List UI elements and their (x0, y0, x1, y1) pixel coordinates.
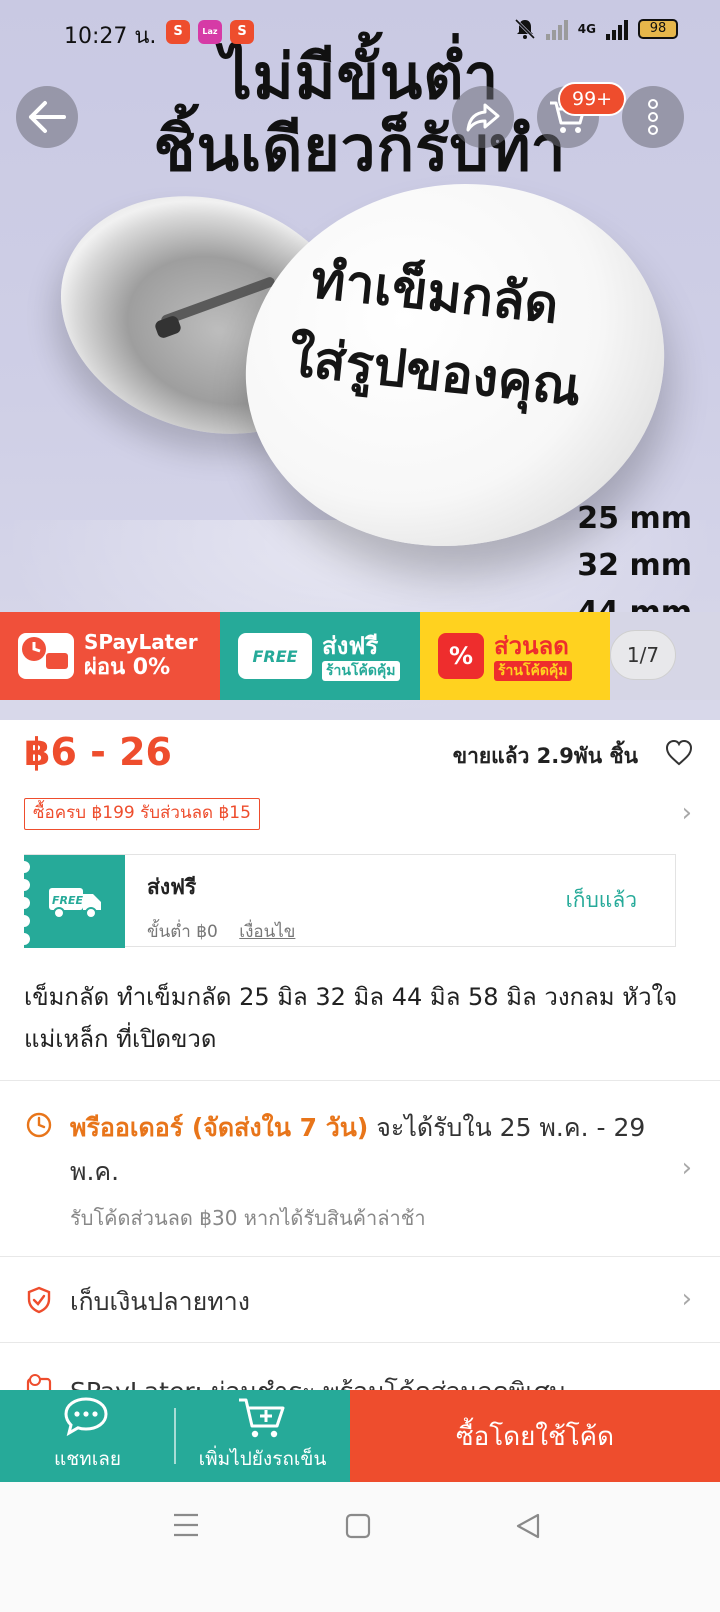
product-title: เข็มกลัด ทำเข็มกลัด 25 มิล 32 มิล 44 มิล… (24, 983, 678, 1053)
shield-check-icon (27, 1286, 51, 1314)
action-separator (174, 1408, 176, 1464)
more-options-button[interactable] (622, 86, 684, 148)
share-icon (466, 103, 500, 132)
back-arrow-icon (29, 101, 66, 133)
promo-discount-subtitle: ร้านโค้ดคุ้ม (494, 661, 572, 681)
status-bar: 10:27 น. S Laz S 4G 98 (0, 0, 720, 64)
clock-icon (26, 1112, 52, 1138)
add-cart-icon (238, 1398, 284, 1438)
pin-size: 32 mm (577, 548, 692, 583)
preorder-info[interactable]: พรีออเดอร์ (จัดส่งใน 7 วัน) จะได้รับใน 2… (70, 1106, 650, 1194)
signal-sim1-icon (545, 18, 568, 40)
percent-tag-icon: % (438, 633, 484, 679)
image-page-indicator: 1/7 (610, 630, 676, 680)
chat-icon (63, 1397, 108, 1437)
free-truck-label: FREE (52, 894, 83, 907)
secondary-actions: แชทเลย เพิ่มไปยังรถเข็น (0, 1390, 350, 1482)
add-to-cart-label: เพิ่มไปยังรถเข็น (198, 1448, 327, 1470)
voucher-collected-button[interactable]: เก็บแล้ว (525, 855, 675, 946)
nav-back-icon[interactable] (514, 1512, 542, 1540)
bottom-action-bar: แชทเลย เพิ่มไปยังรถเข็น ซื้อโดยใช้โค้ด (0, 1390, 720, 1482)
voucher-min-spend: ขั้นต่ำ ฿0 (147, 922, 218, 942)
promo-discount-title: ส่วนลด (494, 632, 569, 660)
shopee-notification-icon: S (166, 20, 190, 44)
signal-sim2-icon (606, 18, 628, 40)
sold-count: ขายแล้ว 2.9พัน ชิ้น (452, 744, 638, 768)
heart-icon[interactable] (664, 738, 694, 768)
wallet-clock-icon (18, 633, 74, 679)
bell-off-icon (514, 18, 535, 40)
chevron-right-icon[interactable]: › (682, 1284, 692, 1314)
battery-indicator: 98 (638, 19, 678, 39)
price-range: ฿6 - 26 (24, 730, 172, 774)
buy-with-voucher-button[interactable]: ซื้อโดยใช้โค้ด (350, 1390, 720, 1482)
cash-on-delivery-row[interactable]: เก็บเงินปลายทาง (70, 1282, 250, 1322)
free-shipping-badge: FREE (18, 855, 125, 948)
voucher-title: ส่งฟรี (147, 875, 197, 899)
pin-size: 25 mm (577, 501, 692, 536)
late-delivery-voucher: รับโค้ดส่วนลด ฿30 หากได้รับสินค้าล่าช้า (70, 1206, 426, 1230)
cart-count-badge: 99+ (558, 82, 627, 116)
nav-menu-icon[interactable] (172, 1512, 200, 1538)
chevron-right-icon[interactable]: › (682, 798, 692, 828)
divider (0, 1342, 720, 1343)
promo-free-badge: FREE (252, 646, 298, 666)
more-icon (648, 99, 658, 135)
network-type: 4G (577, 22, 596, 36)
promo-spaylater-title: SPayLater (84, 630, 198, 654)
nav-home-icon[interactable] (344, 1512, 372, 1540)
shop-voucher-tag[interactable]: ซื้อครบ ฿199 รับส่วนลด ฿15 (24, 798, 260, 830)
chat-now-button[interactable]: แชทเลย (0, 1390, 175, 1482)
status-time: 10:27 น. (64, 24, 157, 49)
status-indicators: 4G 98 (514, 18, 678, 40)
system-navigation-bar (0, 1482, 720, 1612)
divider (0, 1080, 720, 1081)
promo-spaylater-subtitle: ผ่อน 0% (84, 655, 171, 680)
promo-free-shipping: FREE ส่งฟรี ร้านโค้ดคุ้ม (220, 612, 420, 700)
voucher-conditions-link[interactable]: เงื่อนไข (239, 922, 295, 942)
back-button[interactable] (16, 86, 78, 148)
divider (0, 1256, 720, 1257)
promo-spaylater: SPayLater ผ่อน 0% (0, 612, 220, 700)
lazada-notification-icon: Laz (198, 20, 222, 44)
add-to-cart-button[interactable]: เพิ่มไปยังรถเข็น (175, 1390, 350, 1482)
truck-icon: FREE (238, 633, 312, 679)
free-shipping-voucher: FREE ส่งฟรี ขั้นต่ำ ฿0 เงื่อนไข เก็บแล้ว (18, 854, 676, 948)
shopee-notification-icon: S (230, 20, 254, 44)
promo-free-subtitle: ร้านโค้ดคุ้ม (322, 661, 400, 681)
chat-now-label: แชทเลย (54, 1448, 121, 1470)
chevron-right-icon[interactable]: › (682, 1153, 692, 1183)
share-button[interactable] (452, 86, 514, 148)
promo-free-title: ส่งฟรี (322, 632, 379, 660)
free-truck-icon: FREE (48, 887, 101, 919)
preorder-highlight: พรีออเดอร์ (จัดส่งใน 7 วัน) (70, 1113, 369, 1142)
promo-discount: % ส่วนลด ร้านโค้ดคุ้ม (420, 612, 610, 700)
